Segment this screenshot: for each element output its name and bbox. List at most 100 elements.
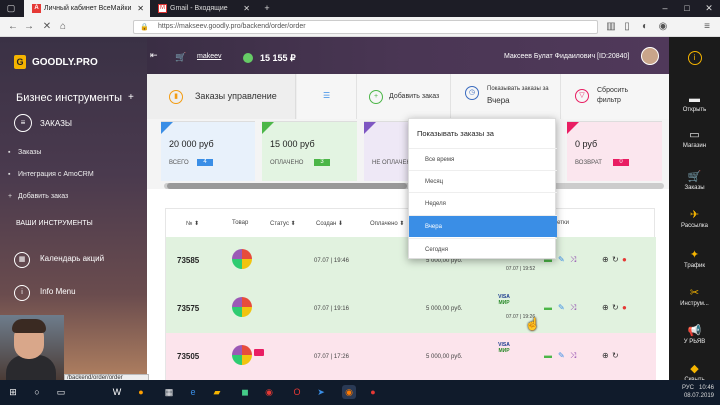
list-view-button[interactable]: ☰ xyxy=(297,74,357,119)
edge-icon[interactable]: e xyxy=(186,385,200,399)
extension-icon[interactable]: ◐ xyxy=(638,20,652,34)
top-header: ⇤ 🛒 makeev 15 155 ₽ Максеев Булат Фидаил… xyxy=(147,37,669,74)
rightbar-shop[interactable]: ▭ Магазин xyxy=(669,129,720,149)
refresh-icon[interactable]: ↻ xyxy=(612,303,619,312)
add-order-button[interactable]: + Добавить заказ xyxy=(357,74,451,119)
col-status[interactable]: Статус ⬍ xyxy=(270,220,296,227)
calculator-icon[interactable]: ▦ xyxy=(162,385,176,399)
integration-icon: ▪ xyxy=(8,171,11,178)
col-paid[interactable]: Оплачено ⬍ xyxy=(370,220,404,227)
store-icon[interactable]: ◼ xyxy=(238,385,252,399)
firefox-icon[interactable]: ◉ xyxy=(342,385,356,399)
minimize-button[interactable]: – xyxy=(654,0,676,17)
menu-icon[interactable]: ≡ xyxy=(700,20,714,34)
refresh-icon[interactable]: ↻ xyxy=(612,351,619,360)
shuffle-icon[interactable]: ⤨ xyxy=(570,255,576,265)
profile-icon[interactable]: ◉ xyxy=(656,20,670,34)
rightbar-tools[interactable]: ✂ Инструм... xyxy=(669,287,720,307)
balance[interactable]: 15 155 ₽ xyxy=(260,53,296,64)
period-option-week[interactable]: Неделя xyxy=(409,192,557,214)
new-tab-button[interactable]: + xyxy=(256,0,278,17)
collapse-sidebar-icon[interactable]: ⇤ xyxy=(150,50,158,61)
add-tool-icon[interactable]: + xyxy=(128,92,134,103)
user-name[interactable]: Максеев Булат Фидаилович [ID:20840] xyxy=(504,53,629,60)
close-window-button[interactable]: ✕ xyxy=(698,0,720,17)
edit-icon[interactable]: ✎ xyxy=(558,351,565,360)
sidebar-item-info-menu[interactable]: i Info Menu xyxy=(14,285,76,301)
card-total[interactable]: 20 000 руб ВСЕГО 4 xyxy=(161,121,255,181)
rightbar-mailing[interactable]: ✈ Рассылка xyxy=(669,209,720,229)
tab-cabinet[interactable]: A Личный кабинет ВсеМайки ✕ xyxy=(24,0,150,17)
view-icon[interactable]: ⊕ xyxy=(602,351,609,360)
period-option-month[interactable]: Месяц xyxy=(409,170,557,192)
edit-icon[interactable]: ✎ xyxy=(558,255,565,264)
sidebar-item-calendar[interactable]: ▦ Календарь акций xyxy=(14,252,104,268)
money-icon[interactable]: ▬ xyxy=(544,303,552,312)
telegram-icon[interactable]: ➤ xyxy=(314,385,328,399)
sidebar-item-amocrm[interactable]: ▪ Интеграция с AmoCRM xyxy=(8,171,94,178)
order-number[interactable]: 73585 xyxy=(177,256,199,265)
right-sidebar: i ▬ Открыть ▭ Магазин 🛒 Заказы ✈ Рассылка ✦ Т… xyxy=(669,37,720,383)
forward-icon[interactable]: → xyxy=(22,20,36,34)
tab-list-icon[interactable]: ▢ xyxy=(0,0,22,17)
chat-icon[interactable]: ● xyxy=(134,385,148,399)
close-tab-icon[interactable]: ✕ xyxy=(137,0,144,17)
info-button[interactable]: i xyxy=(669,51,720,67)
username-link[interactable]: makeev xyxy=(197,53,222,60)
tab-gmail[interactable]: M Gmail - Входящие ✕ xyxy=(150,0,256,17)
order-number[interactable]: 73575 xyxy=(177,304,199,313)
search-icon[interactable]: ○ xyxy=(30,385,44,399)
period-filter-button[interactable]: ◷ Показывать заказы за Вчера xyxy=(451,74,561,119)
logo-text[interactable]: GOODLY.PRO xyxy=(32,57,98,68)
language-indicator[interactable]: РУС xyxy=(682,385,694,391)
money-icon[interactable]: ▬ xyxy=(544,351,552,360)
card-refund[interactable]: 0 руб ВОЗВРАТ 0 xyxy=(567,121,662,181)
library-icon[interactable]: ▥ xyxy=(604,20,618,34)
start-icon[interactable]: ⊞ xyxy=(6,385,20,399)
remove-icon[interactable]: ● xyxy=(622,303,627,312)
order-number[interactable]: 73505 xyxy=(177,352,199,361)
view-icon[interactable]: ⊕ xyxy=(602,255,609,264)
col-number[interactable]: № ⬍ xyxy=(186,220,199,227)
chrome-icon[interactable]: ◉ xyxy=(262,385,276,399)
card-paid[interactable]: 15 000 руб ОПЛАЧЕНО 3 xyxy=(262,121,357,181)
period-option-today[interactable]: Сегодня xyxy=(409,238,557,260)
rightbar-traffic[interactable]: ✦ Трафик xyxy=(669,249,720,269)
edit-icon[interactable]: ✎ xyxy=(558,303,565,312)
cart-icon[interactable]: 🛒 xyxy=(175,52,186,63)
system-tray[interactable]: РУС 10:46 08.07.2019 xyxy=(682,384,714,400)
word-icon[interactable]: W xyxy=(110,385,124,399)
maximize-button[interactable]: □ xyxy=(676,0,698,17)
rightbar-orders[interactable]: 🛒 Заказы xyxy=(669,171,720,191)
sidebar-item-orders[interactable]: ▪ Заказы xyxy=(8,149,41,156)
table-row[interactable]: 73505 07.07 | 17:26 5 000,00 руб. VISA МИ… xyxy=(166,333,656,381)
rightbar-open[interactable]: ▬ Открыть xyxy=(669,93,720,113)
back-icon[interactable]: ← xyxy=(6,20,20,34)
col-created[interactable]: Создан ⬇ xyxy=(316,220,343,227)
period-option-all[interactable]: Все время xyxy=(409,148,557,170)
task-view-icon[interactable]: ▭ xyxy=(54,385,68,399)
reload-icon[interactable]: ✕ xyxy=(40,20,54,34)
refresh-icon[interactable]: ↻ xyxy=(612,255,619,264)
close-tab-icon[interactable]: ✕ xyxy=(243,0,250,17)
sidebar-item-add-order[interactable]: + Добавить заказ xyxy=(8,193,68,200)
remove-icon[interactable]: ● xyxy=(622,255,627,264)
opera-icon[interactable]: O xyxy=(290,385,304,399)
avatar[interactable] xyxy=(641,47,659,65)
recorder-icon[interactable]: ● xyxy=(366,385,380,399)
home-icon[interactable]: ⌂ xyxy=(56,20,70,34)
period-option-yesterday[interactable]: Вчера xyxy=(409,215,557,237)
url-field[interactable]: 🔒 https://makseev.goodly.pro/backend/ord… xyxy=(133,20,598,34)
table-row[interactable]: 73575 07.07 | 19:16 5 000,00 руб. VISA МИ… xyxy=(166,285,656,333)
period-filter-label: Показывать заказы за xyxy=(487,86,549,92)
sidebar-toggle-icon[interactable]: ▯ xyxy=(620,20,634,34)
shuffle-icon[interactable]: ⤨ xyxy=(570,303,576,313)
view-icon[interactable]: ⊕ xyxy=(602,303,609,312)
sidebar-section-orders[interactable]: ЗАКАЗЫ xyxy=(40,119,72,128)
shuffle-icon[interactable]: ⤨ xyxy=(570,351,576,361)
rightbar-promo[interactable]: 📢 У РЬЯВ xyxy=(669,325,720,345)
col-product: Товар xyxy=(232,220,249,226)
scrollbar-thumb[interactable] xyxy=(167,183,407,189)
explorer-icon[interactable]: ▰ xyxy=(210,385,224,399)
reset-filter-button[interactable]: ▽ Сбросить фильтр xyxy=(561,74,669,119)
